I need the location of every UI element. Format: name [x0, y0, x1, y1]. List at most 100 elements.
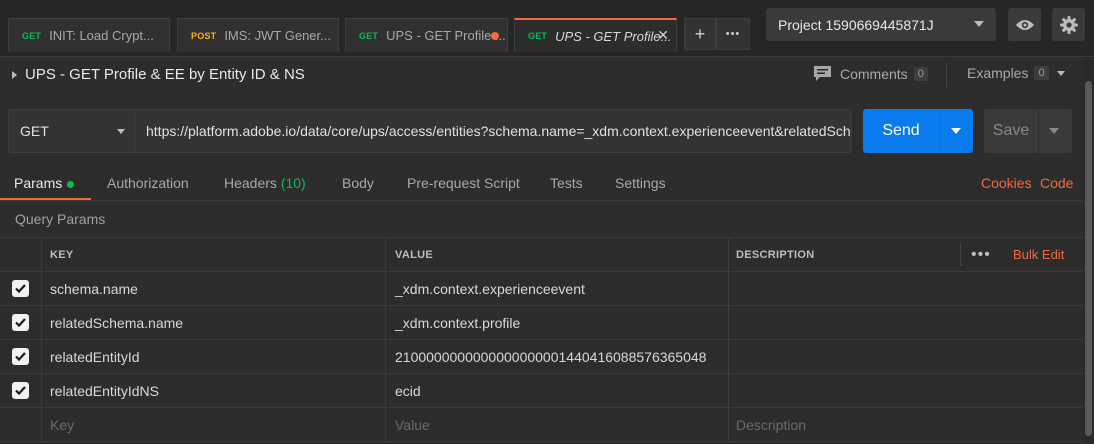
caret-right-icon[interactable] — [12, 70, 17, 79]
send-label: Send — [882, 122, 920, 139]
divider — [939, 109, 940, 153]
table-row: schema.name _xdm.context.experienceevent — [0, 272, 1083, 306]
close-tab-icon[interactable]: ✕ — [657, 27, 669, 44]
chevron-down-icon — [974, 21, 984, 27]
examples-label: Examples — [967, 65, 1029, 81]
new-tab-button[interactable]: + — [684, 18, 716, 50]
http-method-value: GET — [20, 123, 49, 139]
query-params-heading: Query Params — [15, 211, 106, 227]
environment-quick-look-button[interactable] — [1008, 8, 1041, 41]
new-description-input[interactable]: Description — [728, 408, 1083, 441]
tab-headers-label: Headers — [224, 175, 277, 191]
save-button[interactable]: Save — [984, 109, 1072, 153]
comment-icon — [814, 66, 831, 81]
plus-icon: + — [694, 23, 706, 44]
checkbox-checked-icon — [12, 348, 29, 365]
tab-method-badge: GET — [22, 30, 42, 41]
params-active-indicator — [67, 180, 75, 188]
gear-icon — [1059, 15, 1078, 34]
request-tab-ims[interactable]: POST IMS: JWT Gener... — [177, 18, 339, 52]
new-param-row: Key Value Description — [0, 408, 1083, 442]
param-description-input[interactable] — [728, 306, 1083, 339]
param-description-input[interactable] — [728, 272, 1083, 305]
tab-title: IMS: JWT Gener... — [224, 28, 331, 43]
table-row: relatedEntityId 210000000000000000000144… — [0, 340, 1083, 374]
send-button[interactable]: Send — [863, 109, 973, 153]
tab-title: UPS - GET Profile ... — [386, 28, 506, 43]
request-config-tabs: Params Authorization Headers (10) Body P… — [0, 165, 1083, 201]
request-name[interactable]: UPS - GET Profile & EE by Entity ID & NS — [12, 66, 305, 83]
http-method-select[interactable]: GET — [9, 110, 135, 152]
tab-pre-request-script[interactable]: Pre-request Script — [407, 175, 520, 191]
scrollbar-thumb[interactable] — [1085, 81, 1092, 436]
param-key-input[interactable]: relatedSchema.name — [41, 306, 385, 339]
param-value-input[interactable]: _xdm.context.experienceevent — [385, 272, 728, 305]
new-value-input[interactable]: Value — [385, 408, 728, 441]
param-value-input[interactable]: _xdm.context.profile — [385, 306, 728, 339]
tab-method-badge: GET — [359, 30, 379, 41]
more-horizontal-icon: ••• — [725, 28, 741, 40]
row-enabled-checkbox[interactable] — [0, 374, 41, 407]
manage-environments-button[interactable] — [1052, 8, 1085, 41]
tab-headers[interactable]: Headers (10) — [224, 175, 306, 191]
tab-params[interactable]: Params — [14, 175, 75, 191]
tab-options-button[interactable]: ••• — [716, 18, 750, 50]
divider — [946, 63, 947, 87]
param-value-input[interactable]: 2100000000000000000001440416088576365048 — [385, 340, 728, 373]
table-header-row: KEY VALUE DESCRIPTION ••• Bulk Edit — [0, 237, 1083, 272]
tab-body[interactable]: Body — [342, 175, 374, 191]
tab-title: UPS - GET Profile... — [555, 28, 672, 44]
environment-name: Project 1590669445871J — [778, 16, 934, 33]
empty-checkbox-cell — [0, 408, 41, 441]
bulk-edit-link[interactable]: Bulk Edit — [1013, 238, 1064, 271]
table-row: relatedSchema.name _xdm.context.profile — [0, 306, 1083, 340]
tab-title: INIT: Load Crypt... — [49, 28, 154, 43]
param-description-input[interactable] — [728, 374, 1083, 407]
row-enabled-checkbox[interactable] — [0, 306, 41, 339]
row-enabled-checkbox[interactable] — [0, 340, 41, 373]
vertical-scrollbar[interactable] — [1083, 57, 1094, 444]
examples-count: 0 — [1034, 66, 1049, 80]
active-tab-indicator — [0, 198, 91, 200]
param-value-input[interactable]: ecid — [385, 374, 728, 407]
param-key-input[interactable]: schema.name — [41, 272, 385, 305]
save-options-chevron-icon[interactable] — [1049, 128, 1059, 134]
chevron-down-icon — [1056, 70, 1065, 76]
request-url-input[interactable]: https://platform.adobe.io/data/core/ups/… — [135, 110, 851, 152]
request-title-text: UPS - GET Profile & EE by Entity ID & NS — [25, 66, 305, 83]
cookies-link[interactable]: Cookies — [981, 175, 1032, 191]
checkbox-column-header — [0, 238, 41, 271]
param-key-input[interactable]: relatedEntityId — [41, 340, 385, 373]
new-key-input[interactable]: Key — [41, 408, 385, 441]
code-link[interactable]: Code — [1040, 175, 1073, 191]
send-options-chevron-icon[interactable] — [951, 128, 961, 134]
eye-icon — [1015, 19, 1034, 30]
unsaved-changes-dot — [491, 32, 499, 40]
request-tab-ups-profile[interactable]: GET UPS - GET Profile ... — [345, 18, 508, 52]
headers-count: (10) — [280, 175, 306, 191]
comments-count: 0 — [913, 66, 928, 81]
query-params-table: KEY VALUE DESCRIPTION ••• Bulk Edit sche… — [0, 237, 1083, 442]
request-tab-init[interactable]: GET INIT: Load Crypt... — [8, 18, 170, 52]
row-enabled-checkbox[interactable] — [0, 272, 41, 305]
checkbox-checked-icon — [12, 382, 29, 399]
value-column-header: VALUE — [385, 238, 728, 271]
table-options-icon[interactable]: ••• — [971, 238, 991, 271]
tab-settings[interactable]: Settings — [615, 175, 666, 191]
divider — [1038, 109, 1039, 153]
tab-authorization[interactable]: Authorization — [107, 175, 189, 191]
checkbox-checked-icon — [12, 314, 29, 331]
param-description-input[interactable] — [728, 340, 1083, 373]
checkbox-checked-icon — [12, 280, 29, 297]
comments-button[interactable]: Comments 0 — [813, 65, 928, 82]
examples-dropdown[interactable]: Examples 0 — [967, 65, 1065, 81]
environment-selector[interactable]: Project 1590669445871J — [766, 8, 996, 41]
tab-tests[interactable]: Tests — [550, 175, 583, 191]
tab-method-badge: POST — [191, 30, 217, 41]
comments-label: Comments — [840, 65, 908, 82]
key-column-header: KEY — [41, 238, 385, 271]
param-key-input[interactable]: relatedEntityIdNS — [41, 374, 385, 407]
request-url-bar: GET https://platform.adobe.io/data/core/… — [8, 109, 852, 153]
request-tab-ups-profile-active[interactable]: GET UPS - GET Profile... ✕ — [514, 18, 677, 52]
tab-params-label: Params — [14, 175, 63, 191]
